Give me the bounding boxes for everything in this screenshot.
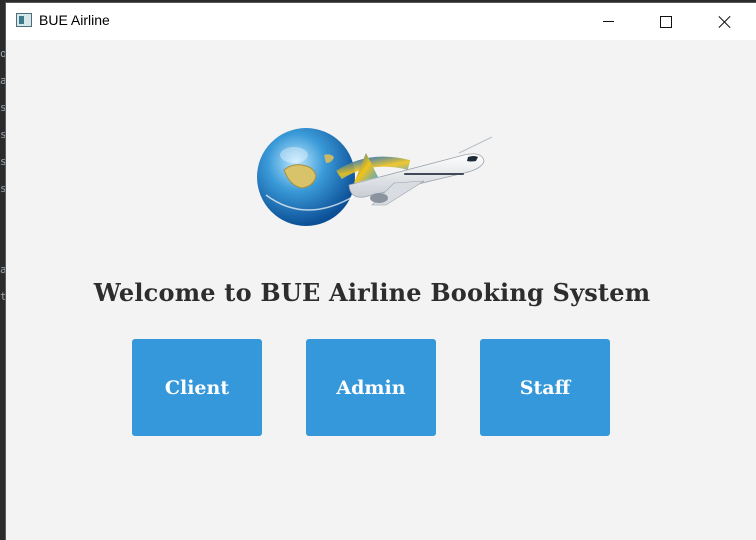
maximize-button[interactable] bbox=[637, 3, 695, 40]
title-bar[interactable]: BUE Airline bbox=[6, 3, 756, 40]
maximize-icon bbox=[660, 15, 672, 28]
minimize-icon bbox=[602, 21, 614, 22]
client-button-label: Client bbox=[164, 376, 230, 399]
client-button[interactable]: Client bbox=[132, 339, 262, 436]
close-icon bbox=[718, 15, 732, 29]
minimize-button[interactable] bbox=[579, 3, 637, 40]
window-title: BUE Airline bbox=[39, 12, 110, 28]
main-panel: Welcome to BUE Airline Booking System Cl… bbox=[6, 40, 756, 540]
app-window: BUE Airline Welcome to BUE Airline Booki… bbox=[6, 3, 756, 540]
app-icon bbox=[16, 13, 32, 27]
admin-button[interactable]: Admin bbox=[306, 339, 436, 436]
staff-button-label: Staff bbox=[519, 376, 571, 399]
staff-button[interactable]: Staff bbox=[480, 339, 610, 436]
welcome-heading: Welcome to BUE Airline Booking System bbox=[93, 278, 651, 307]
globe-airplane-logo bbox=[257, 128, 493, 226]
close-button[interactable] bbox=[696, 3, 754, 40]
admin-button-label: Admin bbox=[336, 376, 406, 399]
